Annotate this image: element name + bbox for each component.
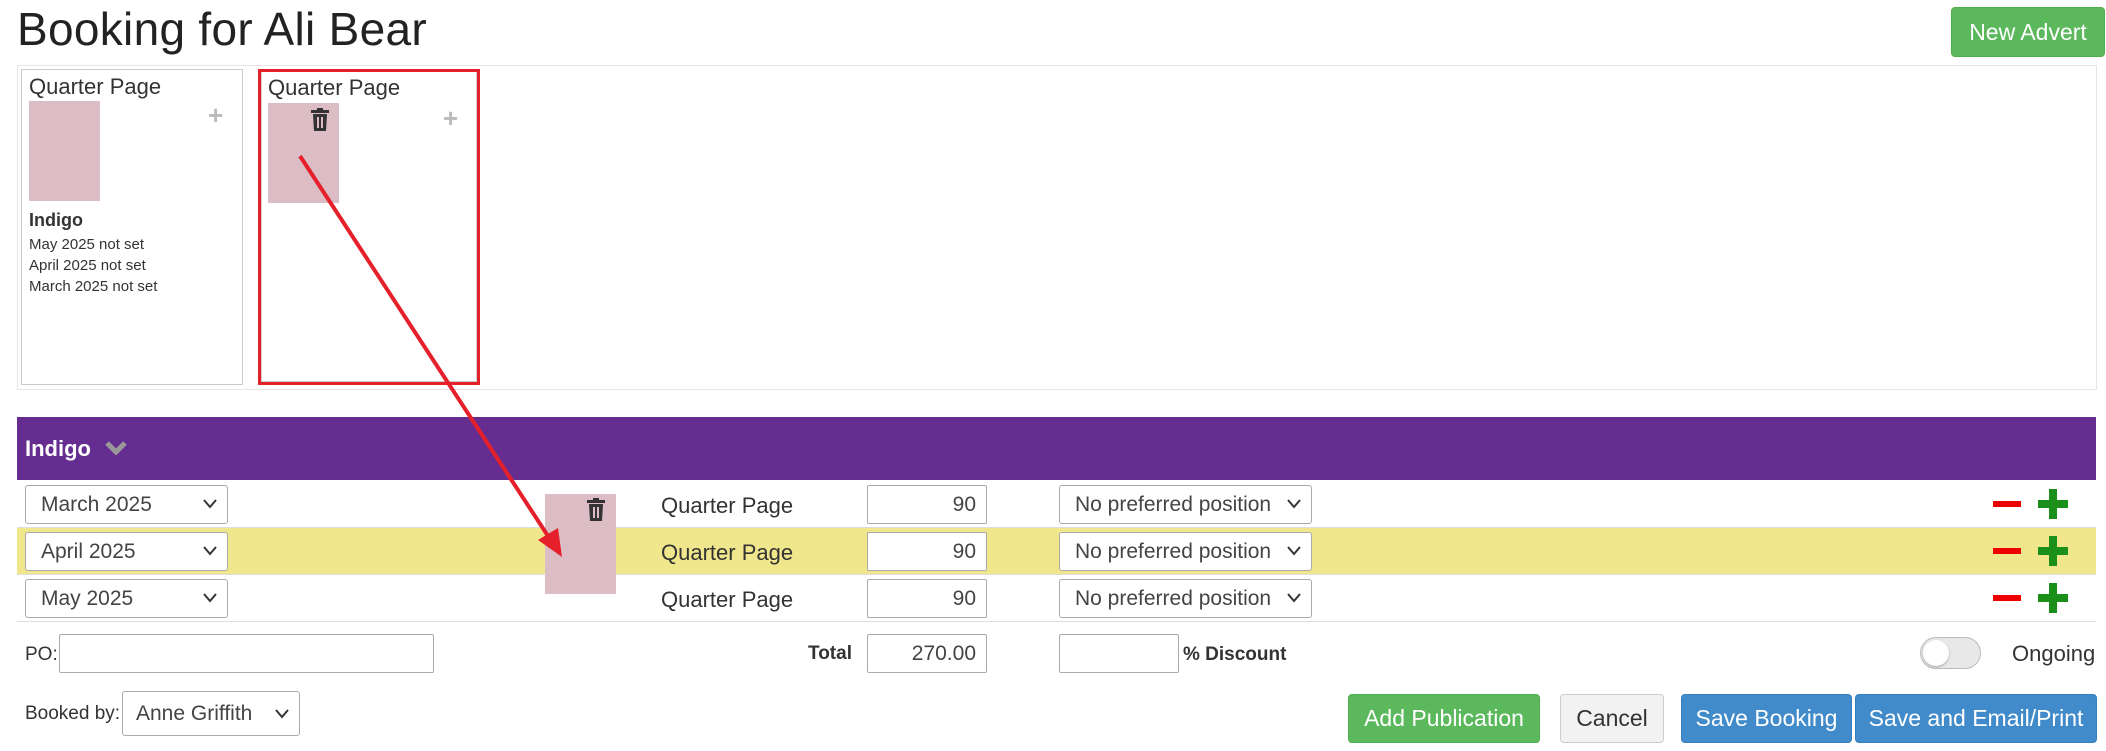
discount-label: % Discount: [1183, 644, 1287, 665]
save-booking-button[interactable]: Save Booking: [1681, 694, 1852, 743]
publication-header[interactable]: Indigo: [17, 417, 2096, 480]
card-status-line: March 2025 not set: [29, 278, 158, 295]
month-select[interactable]: March 2025: [25, 485, 228, 524]
booking-row: April 2025 Quarter Page 90 No preferred …: [17, 528, 2096, 575]
minus-icon[interactable]: [1993, 548, 2021, 554]
publication-name: Indigo: [25, 435, 91, 461]
booking-row: March 2025 Quarter Page 90 No preferred …: [17, 481, 2096, 528]
card-status-line: April 2025 not set: [29, 257, 146, 274]
total-label: Total: [808, 643, 852, 664]
card-status-line: May 2025 not set: [29, 236, 145, 253]
position-select[interactable]: No preferred position: [1059, 485, 1312, 524]
page-title: Booking for Ali Bear: [17, 3, 428, 55]
chevron-down-icon[interactable]: [105, 440, 127, 460]
price-input[interactable]: 90: [867, 485, 987, 524]
position-select[interactable]: No preferred position: [1059, 532, 1312, 571]
toggle-knob: [1923, 640, 1949, 666]
advert-size-title: Quarter Page: [29, 74, 162, 99]
total-input[interactable]: 270.00: [867, 634, 987, 673]
size-label: Quarter Page: [661, 540, 794, 565]
advert-thumbnail[interactable]: [29, 101, 100, 201]
cancel-button[interactable]: Cancel: [1560, 694, 1664, 743]
minus-icon[interactable]: [1993, 595, 2021, 601]
card-publication-name: Indigo: [29, 210, 83, 230]
discount-input[interactable]: [1059, 634, 1179, 673]
trash-icon[interactable]: [586, 498, 606, 527]
add-icon[interactable]: +: [208, 102, 223, 128]
add-publication-button[interactable]: Add Publication: [1348, 694, 1540, 743]
booked-by-label: Booked by:: [25, 703, 121, 724]
position-select[interactable]: No preferred position: [1059, 579, 1312, 618]
new-advert-button[interactable]: New Advert: [1951, 7, 2105, 57]
size-label: Quarter Page: [661, 493, 794, 518]
price-input[interactable]: 90: [867, 579, 987, 618]
month-select[interactable]: April 2025: [25, 532, 228, 571]
plus-icon[interactable]: [2038, 489, 2068, 519]
po-label: PO:: [25, 644, 58, 665]
booked-by-select[interactable]: Anne Griffith: [122, 691, 300, 736]
annotation-highlight-box: [258, 69, 480, 385]
booking-row: May 2025 Quarter Page 90 No preferred po…: [17, 575, 2096, 622]
plus-icon[interactable]: [2038, 583, 2068, 613]
plus-icon[interactable]: [2038, 536, 2068, 566]
minus-icon[interactable]: [1993, 501, 2021, 507]
save-email-print-button[interactable]: Save and Email/Print: [1855, 694, 2097, 743]
month-select[interactable]: May 2025: [25, 579, 228, 618]
ongoing-label: Ongoing: [2012, 641, 2096, 666]
advert-card[interactable]: Quarter Page + Indigo May 2025 not set A…: [21, 69, 243, 385]
price-input[interactable]: 90: [867, 532, 987, 571]
size-label: Quarter Page: [661, 587, 794, 612]
po-input[interactable]: [59, 634, 434, 673]
ongoing-toggle[interactable]: [1920, 637, 1981, 669]
